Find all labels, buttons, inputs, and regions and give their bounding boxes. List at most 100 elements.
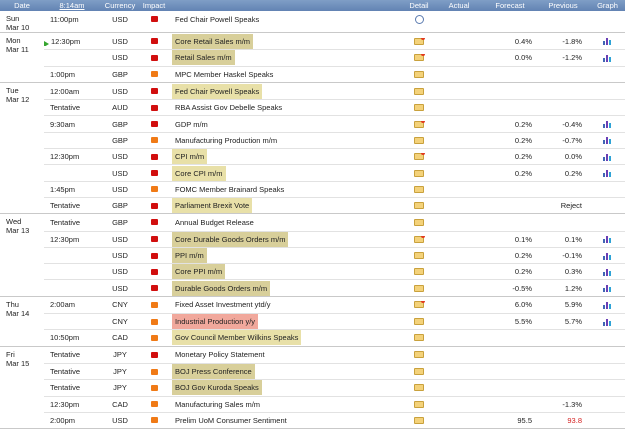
- folder-icon[interactable]: [414, 334, 424, 342]
- event-impact[interactable]: [140, 252, 168, 259]
- event-impact[interactable]: [140, 16, 168, 23]
- event-title-label[interactable]: GDP m/m: [172, 117, 211, 132]
- event-title[interactable]: Fed Chair Powell Speaks: [168, 12, 404, 27]
- event-title-label[interactable]: Manufacturing Production m/m: [172, 133, 280, 148]
- event-row[interactable]: USD Retail Sales m/m 0.0% -1.2%: [44, 49, 625, 66]
- event-row[interactable]: USD Durable Goods Orders m/m -0.5% 1.2%: [44, 279, 625, 296]
- event-impact[interactable]: [140, 153, 168, 160]
- event-detail[interactable]: [404, 169, 434, 177]
- event-row[interactable]: 12:30pm USD Core Retail Sales m/m 0.4% -1.8%: [44, 33, 625, 49]
- event-graph[interactable]: [590, 54, 625, 62]
- bar-chart-icon[interactable]: [603, 301, 612, 309]
- event-detail[interactable]: [404, 284, 434, 292]
- event-title-label[interactable]: Gov Council Member Wilkins Speaks: [172, 330, 302, 346]
- high-impact-icon[interactable]: [150, 38, 158, 45]
- event-title-label[interactable]: Monetary Policy Statement: [172, 347, 268, 362]
- folder-icon[interactable]: [414, 318, 424, 326]
- event-impact[interactable]: [140, 88, 168, 95]
- event-title[interactable]: Gov Council Member Wilkins Speaks: [168, 330, 404, 346]
- event-detail[interactable]: [404, 384, 434, 392]
- bar-chart-icon[interactable]: [603, 252, 612, 260]
- event-detail[interactable]: [404, 87, 434, 95]
- high-impact-icon[interactable]: [150, 121, 158, 128]
- high-impact-icon[interactable]: [150, 202, 158, 209]
- folder-icon[interactable]: [414, 368, 424, 376]
- high-impact-icon[interactable]: [150, 88, 158, 95]
- event-detail[interactable]: [404, 70, 434, 78]
- event-graph[interactable]: [590, 318, 625, 326]
- event-title[interactable]: BOJ Press Conference: [168, 364, 404, 380]
- event-row[interactable]: 12:30pm USD Core Durable Goods Orders m/m 0…: [44, 230, 625, 247]
- event-title-label[interactable]: Core CPI m/m: [172, 165, 226, 181]
- event-row[interactable]: 1:00pm GBP MPC Member Haskel Speaks: [44, 65, 625, 82]
- event-impact[interactable]: [140, 368, 168, 375]
- event-row[interactable]: USD Core CPI m/m 0.2% 0.2%: [44, 164, 625, 181]
- bar-chart-icon[interactable]: [603, 235, 612, 244]
- event-row[interactable]: USD Core PPI m/m 0.2% 0.3%: [44, 263, 625, 280]
- header-currency[interactable]: Currency: [100, 0, 140, 11]
- high-impact-icon[interactable]: [150, 219, 158, 226]
- event-title-label[interactable]: MPC Member Haskel Speaks: [172, 67, 276, 82]
- bar-chart-icon[interactable]: [603, 136, 612, 145]
- event-graph[interactable]: [590, 120, 625, 129]
- high-impact-icon[interactable]: [150, 351, 158, 358]
- high-impact-icon[interactable]: [150, 16, 158, 23]
- event-row[interactable]: Tentative JPY BOJ Press Conference: [44, 362, 625, 380]
- event-title[interactable]: Durable Goods Orders m/m: [168, 280, 404, 296]
- event-row[interactable]: 9:30am GBP GDP m/m 0.2% -0.4%: [44, 115, 625, 131]
- event-impact[interactable]: [140, 104, 168, 111]
- event-detail[interactable]: [404, 136, 434, 144]
- event-detail[interactable]: [404, 351, 434, 359]
- event-detail[interactable]: [404, 268, 434, 276]
- folder-icon[interactable]: [414, 104, 424, 112]
- header-impact[interactable]: Impact: [140, 0, 168, 11]
- medium-impact-icon[interactable]: [150, 401, 158, 408]
- header-date[interactable]: Date: [0, 0, 44, 11]
- event-detail[interactable]: [404, 37, 434, 45]
- event-row[interactable]: 10:50pm CAD Gov Council Member Wilkins Spe…: [44, 329, 625, 346]
- event-impact[interactable]: [140, 384, 168, 391]
- event-impact[interactable]: [140, 268, 168, 275]
- event-title-label[interactable]: Parliament Brexit Vote: [172, 198, 253, 214]
- event-row[interactable]: 2:00pm USD Prelim UoM Consumer Sentiment 95…: [44, 411, 625, 428]
- event-impact[interactable]: [140, 285, 168, 292]
- medium-impact-icon[interactable]: [150, 417, 158, 424]
- event-title[interactable]: Retail Sales m/m: [168, 50, 404, 66]
- folder-icon[interactable]: [414, 252, 424, 259]
- bar-chart-icon[interactable]: [603, 54, 612, 62]
- folder-icon[interactable]: [414, 400, 424, 408]
- event-title-label[interactable]: Prelim UoM Consumer Sentiment: [172, 413, 290, 428]
- event-impact[interactable]: [140, 219, 168, 226]
- event-title[interactable]: PPI m/m: [168, 248, 404, 263]
- event-impact[interactable]: [140, 121, 168, 128]
- event-impact[interactable]: [140, 417, 168, 424]
- medium-impact-icon[interactable]: [150, 137, 158, 144]
- event-impact[interactable]: [140, 334, 168, 341]
- event-row[interactable]: 2:00am CNY Fixed Asset Investment ytd/y 6.0…: [44, 297, 625, 313]
- folder-icon[interactable]: [414, 153, 425, 161]
- high-impact-icon[interactable]: [150, 236, 158, 243]
- bar-chart-icon[interactable]: [603, 153, 612, 161]
- event-title[interactable]: Core Retail Sales m/m: [168, 33, 404, 49]
- event-impact[interactable]: [140, 318, 168, 325]
- high-impact-icon[interactable]: [150, 252, 158, 259]
- event-detail[interactable]: [404, 400, 434, 408]
- event-title-label[interactable]: Durable Goods Orders m/m: [172, 280, 271, 296]
- event-graph[interactable]: [590, 37, 625, 46]
- high-impact-icon[interactable]: [150, 153, 158, 160]
- event-detail[interactable]: [404, 218, 434, 226]
- event-graph[interactable]: [590, 301, 625, 309]
- event-title[interactable]: Manufacturing Sales m/m: [168, 397, 404, 412]
- medium-impact-icon[interactable]: [150, 186, 158, 193]
- event-detail[interactable]: [404, 202, 434, 210]
- event-title[interactable]: Core Durable Goods Orders m/m: [168, 231, 404, 247]
- event-detail[interactable]: [404, 104, 434, 112]
- event-title[interactable]: Annual Budget Release: [168, 215, 404, 230]
- event-row[interactable]: CNY Industrial Production y/y 5.5% 5.7%: [44, 313, 625, 330]
- folder-icon[interactable]: [414, 54, 425, 62]
- event-title-label[interactable]: BOJ Gov Kuroda Speaks: [172, 380, 262, 396]
- folder-icon[interactable]: [414, 136, 424, 144]
- clock-icon[interactable]: [414, 14, 424, 24]
- folder-icon[interactable]: [414, 235, 425, 243]
- event-detail[interactable]: [404, 235, 434, 243]
